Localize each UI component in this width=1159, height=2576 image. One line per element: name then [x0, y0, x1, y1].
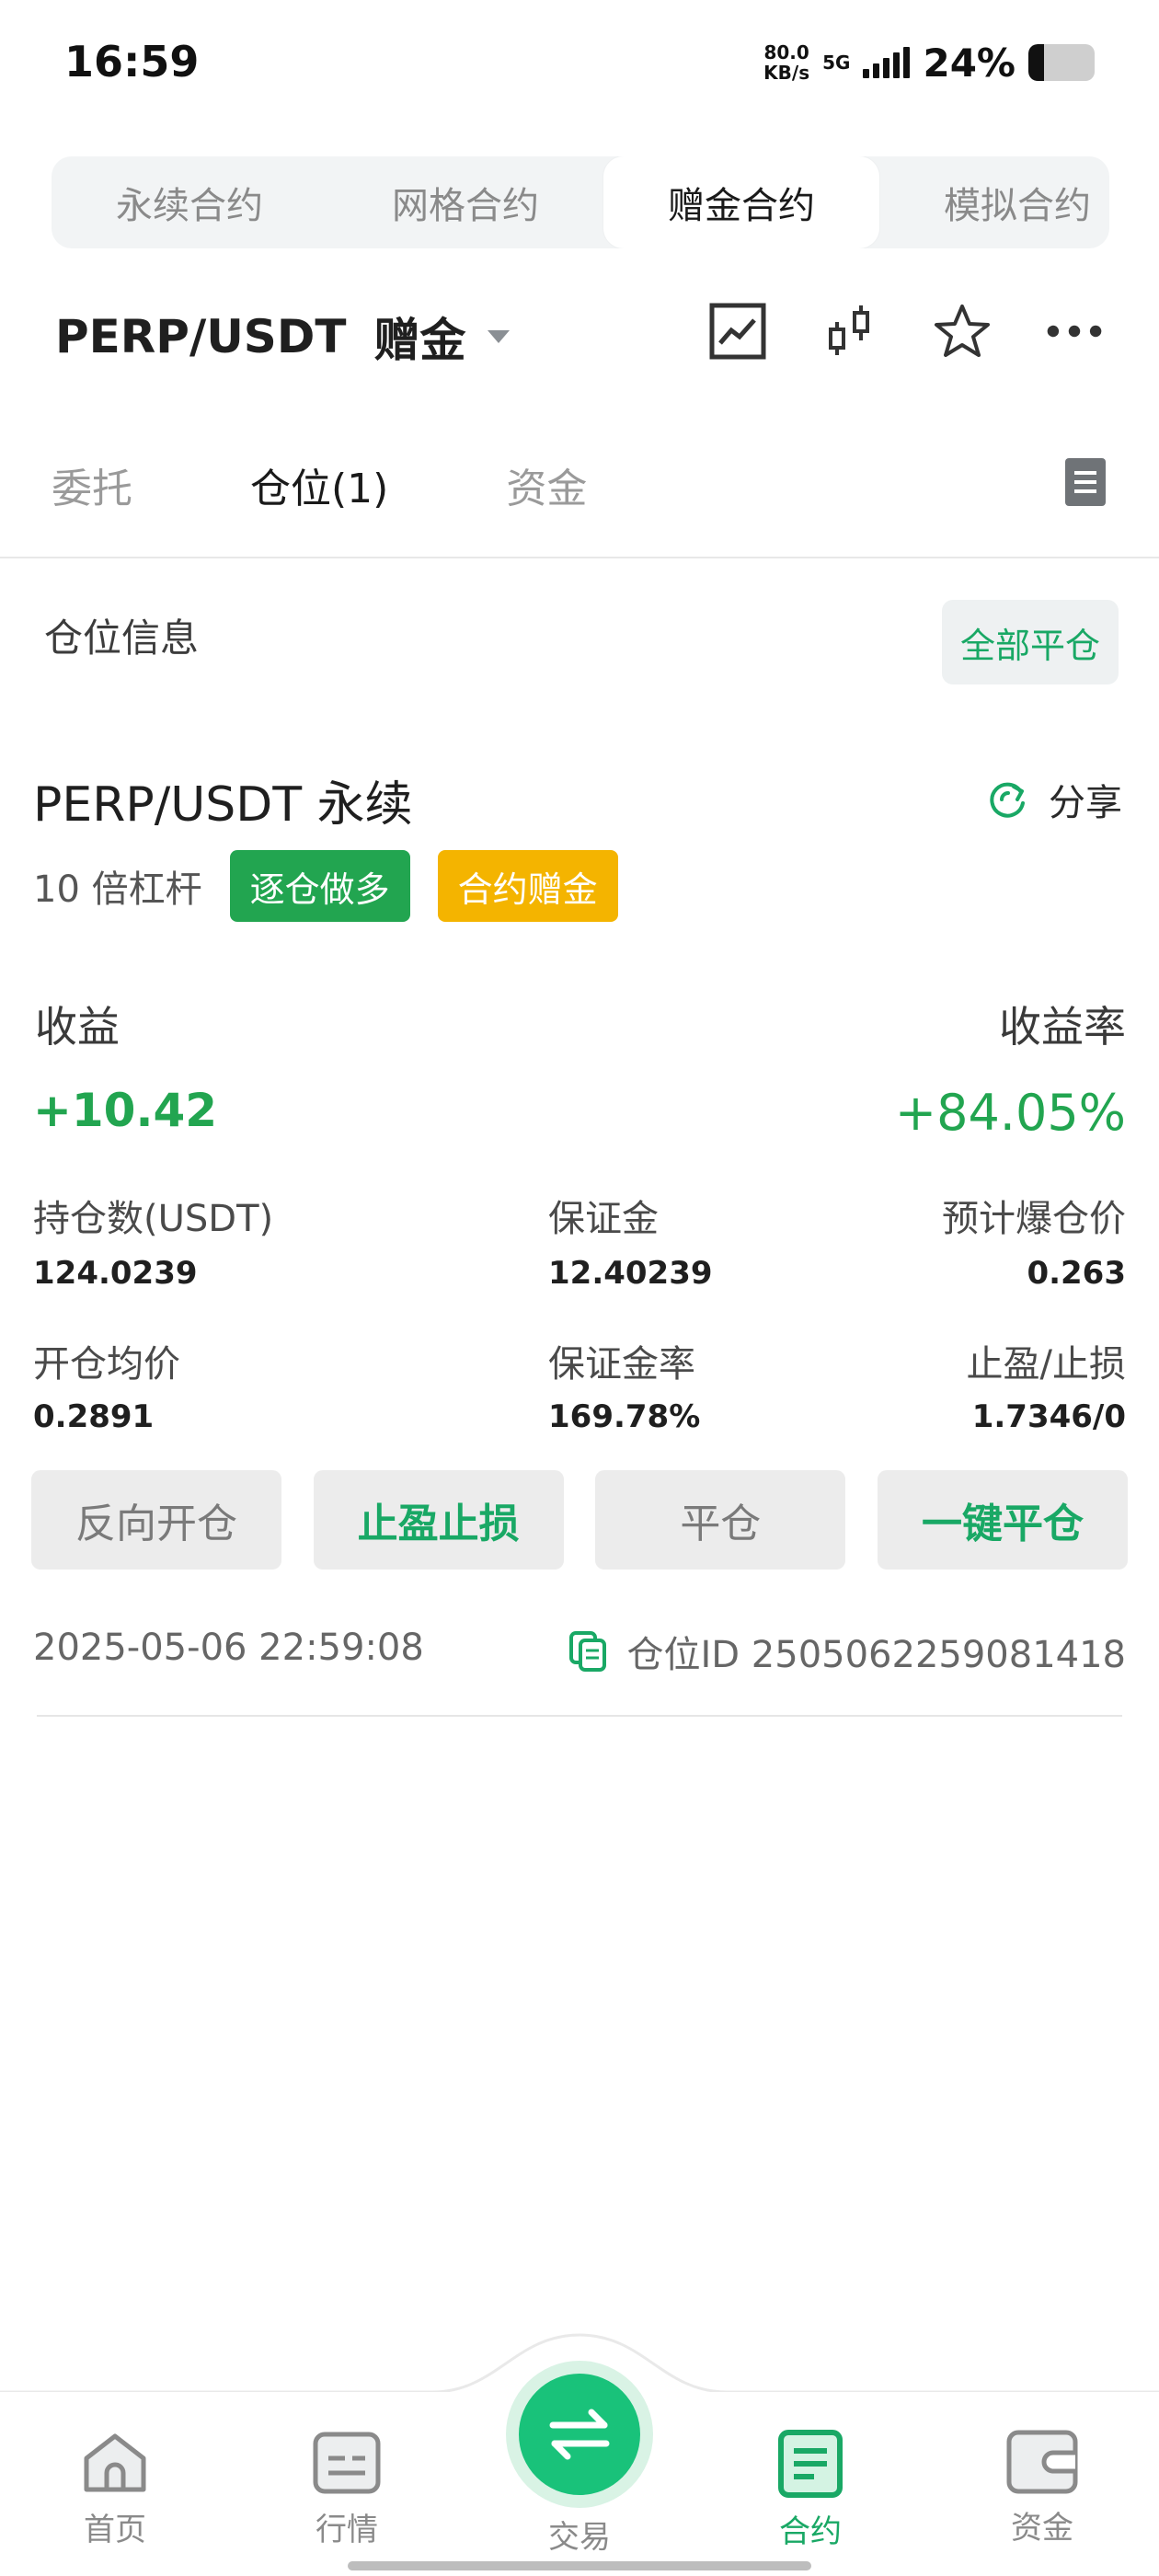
contract-type-tabs: 永续合约 网格合约 赠金合约 模拟合约: [52, 156, 1109, 248]
tab-funds[interactable]: 资金: [506, 455, 587, 514]
caret-down-icon: [488, 330, 511, 343]
liq-price-label: 预计爆仓价: [942, 1198, 1126, 1240]
market-icon: [313, 2432, 381, 2494]
header-actions: [708, 294, 1104, 368]
wallet-icon: [1006, 2430, 1078, 2494]
reverse-open-button[interactable]: 反向开仓: [31, 1470, 281, 1570]
order-tabs: 委托 仓位(1) 资金: [52, 455, 705, 514]
position-id: 仓位ID 2505062259081418: [626, 1634, 1127, 1676]
open-time: 2025-05-06 22:59:08: [33, 1627, 424, 1669]
nav-home-label: 首页: [84, 2512, 146, 2548]
position-size-label: 持仓数(USDT): [33, 1198, 274, 1240]
nav-market[interactable]: 行情: [278, 2429, 416, 2549]
network-type: 5G: [822, 52, 851, 74]
nav-futures-label: 合约: [779, 2513, 842, 2550]
nav-futures[interactable]: 合约: [741, 2429, 879, 2551]
tab-grid[interactable]: 网格合约: [327, 156, 603, 248]
pnl-rate-label: 收益率: [999, 1002, 1126, 1052]
tp-sl-label: 止盈/止损: [966, 1343, 1126, 1386]
close-all-button[interactable]: 全部平仓: [942, 600, 1119, 684]
home-icon: [84, 2433, 146, 2492]
tab-perpetual[interactable]: 永续合约: [52, 156, 327, 248]
nav-assets[interactable]: 资金: [973, 2429, 1111, 2547]
share-icon: [990, 782, 1025, 818]
side-badge: 逐仓做多: [229, 850, 410, 922]
more-icon[interactable]: [1045, 302, 1104, 361]
section-title: 仓位信息: [44, 615, 200, 661]
divider: [0, 557, 1159, 558]
status-time: 16:59: [64, 37, 200, 86]
margin-value: 12.40239: [548, 1255, 713, 1292]
margin-ratio-value: 169.78%: [548, 1398, 701, 1435]
tp-sl-value: 1.7346/0: [971, 1398, 1126, 1435]
status-indicators: 80.0 KB/s 5G 24%: [763, 35, 1095, 90]
battery-icon: [1028, 44, 1095, 81]
nav-trade-label: 交易: [548, 2519, 611, 2556]
line-chart-icon[interactable]: [708, 302, 767, 361]
pnl-rate-value: +84.05%: [894, 1084, 1126, 1142]
position-size-value: 124.0239: [33, 1255, 198, 1292]
futures-icon: [778, 2430, 843, 2498]
pnl-value: +10.42: [33, 1084, 218, 1137]
battery-percent: 24%: [923, 40, 1016, 86]
net-speed-unit: KB/s: [763, 62, 810, 84]
nav-home[interactable]: 首页: [46, 2429, 184, 2549]
star-icon[interactable]: [933, 302, 992, 361]
quick-close-button[interactable]: 一键平仓: [877, 1470, 1128, 1570]
position-actions: 反向开仓 止盈止损 平仓 一键平仓: [31, 1470, 1128, 1570]
margin-label: 保证金: [548, 1198, 659, 1240]
leverage-row: 10 倍杠杆 逐仓做多 合约赠金: [33, 850, 618, 922]
tab-orders[interactable]: 委托: [52, 455, 132, 514]
pair-name: PERP/USDT: [55, 310, 347, 363]
copy-icon[interactable]: [568, 1630, 607, 1673]
pair-selector[interactable]: PERP/USDT 赠金: [55, 304, 511, 370]
position-name: PERP/USDT 永续: [33, 777, 413, 833]
trade-button[interactable]: [506, 2361, 653, 2508]
nav-assets-label: 资金: [1011, 2510, 1073, 2547]
nav-market-label: 行情: [316, 2512, 378, 2548]
signal-icon: [863, 47, 911, 78]
entry-price-label: 开仓均价: [33, 1343, 180, 1386]
bonus-badge: 合约赠金: [437, 850, 618, 922]
candlestick-icon[interactable]: [820, 302, 879, 361]
tab-bonus[interactable]: 赠金合约: [603, 156, 879, 248]
tab-demo[interactable]: 模拟合约: [879, 156, 1109, 248]
leverage-label: 10 倍杠杆: [33, 868, 202, 911]
net-speed: 80.0 KB/s: [763, 42, 809, 83]
order-history-icon[interactable]: [1065, 458, 1106, 506]
home-indicator: [348, 2561, 811, 2570]
margin-ratio-label: 保证金率: [548, 1343, 695, 1386]
tp-sl-button[interactable]: 止盈止损: [313, 1470, 564, 1570]
divider: [37, 1715, 1122, 1717]
entry-price-value: 0.2891: [33, 1398, 155, 1435]
close-position-button[interactable]: 平仓: [595, 1470, 846, 1570]
nav-trade[interactable]: 交易: [511, 2512, 648, 2557]
swap-icon: [519, 2374, 640, 2495]
net-speed-value: 80.0: [763, 41, 809, 63]
share-label: 分享: [1049, 782, 1122, 824]
liq-price-value: 0.263: [1027, 1255, 1126, 1292]
tab-positions[interactable]: 仓位(1): [250, 455, 388, 514]
pnl-label: 收益: [35, 1002, 120, 1052]
position-id-row: 仓位ID 2505062259081418: [568, 1625, 1127, 1678]
share-button[interactable]: 分享: [988, 773, 1122, 826]
pair-mode: 赠金: [373, 314, 466, 367]
